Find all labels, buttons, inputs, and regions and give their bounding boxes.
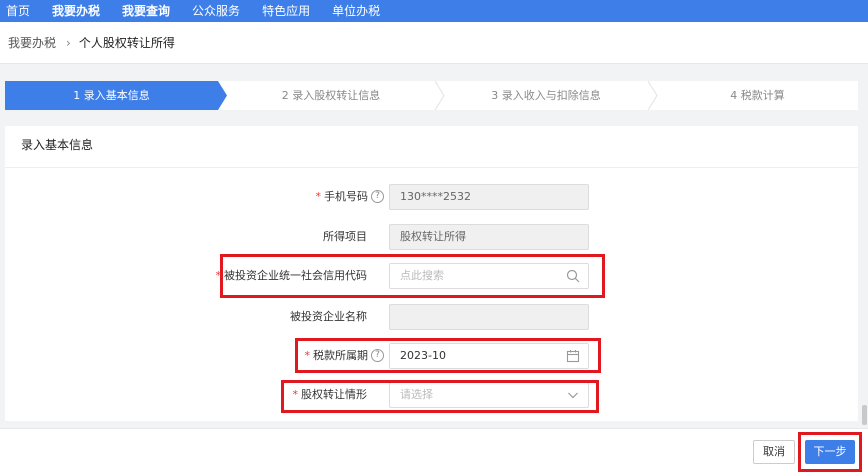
step-divider-3 [647,81,658,110]
step-divider-2 [434,81,445,110]
phone-row: * 手机号码 ? 130****2532 [5,184,858,210]
step-progress: 1 录入基本信息 2 录入股权转让信息 3 录入收入与扣除信息 4 税款计算 [5,81,858,110]
phone-field: 130****2532 [389,184,589,210]
highlight-box-transfer-situation [281,380,599,413]
company-name-field [389,304,589,330]
scrollbar-thumb[interactable] [862,405,867,425]
step-3: 3 录入收入与扣除信息 [491,89,601,102]
nav-unit-tax[interactable]: 单位办税 [321,0,391,22]
income-item-row: 所得项目 股权转让所得 [5,224,858,250]
highlight-box-credit-code [220,254,605,298]
breadcrumb-parent[interactable]: 我要办税 [8,34,56,51]
required-star: * [315,190,322,203]
nav-public-service[interactable]: 公众服务 [181,0,251,22]
scrollbar-track[interactable] [861,64,868,428]
income-item-label: 所得项目 [323,230,367,243]
highlight-box-tax-period [295,338,601,373]
nav-query[interactable]: 我要查询 [111,0,181,22]
cancel-button[interactable]: 取消 [753,440,795,464]
top-navigation: 首页 我要办税 我要查询 公众服务 特色应用 单位办税 [0,0,868,22]
card-title: 录入基本信息 [21,138,94,152]
breadcrumb-separator: › [66,35,71,50]
company-name-row: 被投资企业名称 [5,304,858,330]
highlight-box-next-button [798,432,862,472]
income-item-field: 股权转让所得 [389,224,589,250]
nav-tax-handling[interactable]: 我要办税 [41,0,111,22]
breadcrumb: 我要办税 › 个人股权转让所得 [0,22,868,64]
step-1: 1 录入基本信息 [73,89,150,102]
card-divider [5,167,858,168]
nav-home[interactable]: 首页 [0,0,41,22]
breadcrumb-current: 个人股权转让所得 [78,36,175,50]
nav-featured-apps[interactable]: 特色应用 [251,0,321,22]
footer-bar [0,428,868,474]
company-name-label: 被投资企业名称 [290,310,367,323]
help-icon[interactable]: ? [371,190,384,203]
step-2: 2 录入股权转让信息 [281,89,381,102]
step-4: 4 税款计算 [730,89,785,102]
phone-label: * 手机号码 [315,190,369,203]
